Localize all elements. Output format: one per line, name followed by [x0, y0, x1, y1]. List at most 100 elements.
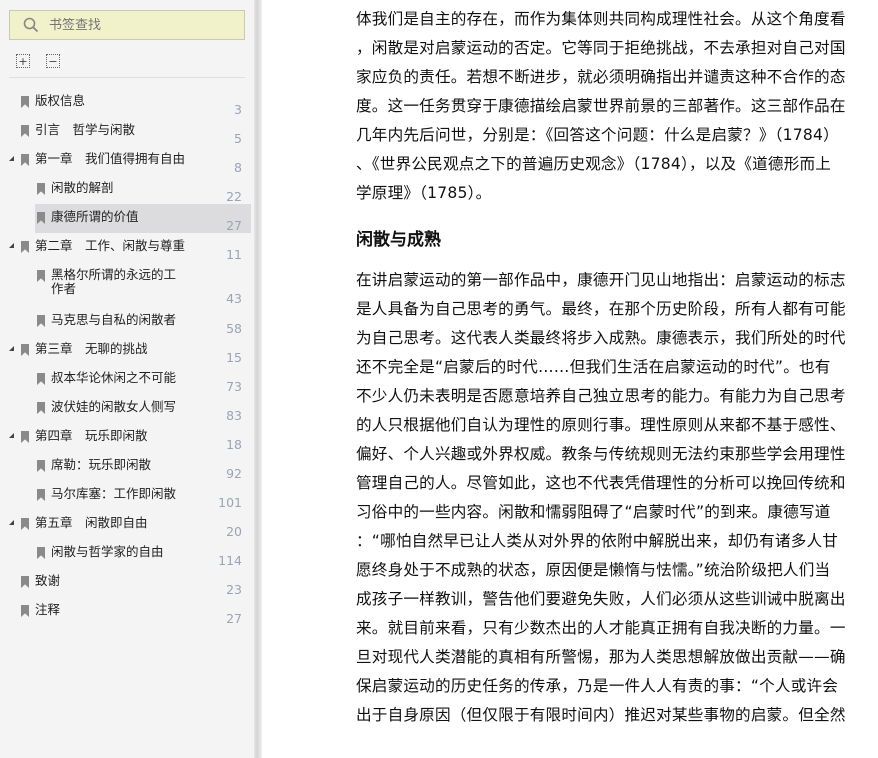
expand-toggle-icon[interactable]	[9, 433, 14, 438]
bookmark-page-number: 92	[226, 466, 242, 481]
bookmark-page-number: 22	[226, 189, 242, 204]
search-icon	[23, 17, 39, 33]
bookmark-label: 第三章 无聊的挑战	[35, 341, 148, 356]
bookmark-item[interactable]: 致谢 23	[0, 568, 252, 597]
text-line: ：“哪怕自然早已让人类从对外界的依附中解脱出来，却仍有诸多人甘	[356, 532, 839, 550]
bookmark-item[interactable]: 引言 哲学与闲散 5	[0, 117, 252, 146]
bookmark-icon	[37, 460, 45, 472]
bookmark-label: 波伏娃的闲散女人侧写	[51, 399, 177, 414]
bookmark-item[interactable]: 第三章 无聊的挑战 15	[0, 336, 252, 365]
bookmark-page-number: 58	[226, 321, 242, 336]
text-line: 管理自己的人。尽管如此，这也不代表凭借理性的分析可以挽回传统和	[356, 474, 846, 492]
text-line: 在讲启蒙运动的第一部作品中，康德开门见山地指出：启蒙运动的标志	[356, 271, 846, 289]
bookmark-item[interactable]: 黑格尔所谓的永远的工 作者 43	[0, 262, 252, 306]
bookmark-sidebar: + − 版权信息3引言 哲学与闲散5第一章 我们值得拥有自由8闲散的解剖22康德…	[0, 0, 254, 758]
bookmark-label: 黑格尔所谓的永远的工 作者	[51, 267, 177, 296]
bookmark-page-number: 8	[234, 160, 242, 175]
bookmark-item[interactable]: 闲散的解剖 22	[0, 175, 252, 204]
bookmark-label: 版权信息	[35, 93, 86, 108]
bookmark-label: 叔本华论休闲之不可能	[51, 370, 177, 385]
text-line: 学原理》（1785）。	[356, 184, 492, 202]
text-line: 成孩子一样教训，警告他们要避免失败，人们必须从这些训诫中脱离出	[356, 590, 846, 608]
expand-all-icon[interactable]: +	[16, 54, 30, 68]
bookmark-icon	[37, 270, 45, 282]
bookmark-item[interactable]: 第二章 工作、闲散与尊重 11	[0, 233, 252, 262]
bookmark-page-number: 27	[226, 611, 242, 626]
text-line: 是人具备为自己思考的勇气。最终，在那个历史阶段，所有人都有可能	[356, 300, 846, 318]
collapse-all-icon[interactable]: −	[46, 54, 60, 68]
bookmark-page-number: 73	[226, 379, 242, 394]
bookmark-icon	[21, 241, 29, 253]
bookmark-page-number: 15	[226, 350, 242, 365]
text-line: 体我们是自主的存在，而作为集体则共同构成理性社会。从这个角度看	[356, 10, 846, 28]
bookmark-icon	[37, 547, 45, 559]
bookmark-label: 康德所谓的价值	[51, 209, 139, 224]
bookmark-icon	[37, 489, 45, 501]
bookmark-icon	[21, 125, 29, 137]
text-line: 家应负的责任。若想不断进步，就必须明确指出并谴责这种不合作的态	[356, 68, 846, 86]
text-line: 、《世界公民观点之下的普遍历史观念》（1784），以及《道德形而上	[356, 155, 832, 173]
bookmark-page-number: 83	[226, 408, 242, 423]
sidebar-splitter[interactable]	[254, 0, 262, 758]
bookmark-page-number: 18	[226, 437, 242, 452]
expand-toggle-icon[interactable]	[9, 243, 14, 248]
bookmark-icon	[21, 605, 29, 617]
bookmark-page-number: 114	[218, 553, 242, 568]
bookmark-item[interactable]: 马尔库塞：工作即闲散 101	[0, 481, 252, 510]
bookmark-item[interactable]: 版权信息 3	[0, 88, 252, 117]
bookmark-item[interactable]: 波伏娃的闲散女人侧写 83	[0, 394, 252, 423]
bookmark-search-box[interactable]	[9, 10, 245, 40]
bookmark-label: 闲散的解剖	[51, 180, 114, 195]
text-line: 保启蒙运动的历史任务的传承，乃是一件人人有责的事：“个人或许会	[356, 677, 839, 695]
text-line: 不少人仍未表明是否愿意培养自己独立思考的能力。有能力为自己思考	[356, 387, 846, 405]
text-line: 愿终身处于不成熟的状态，原因便是懒惰与怯懦。”统治阶级把人们当	[356, 561, 831, 579]
bookmark-icon	[21, 344, 29, 356]
bookmark-item[interactable]: 叔本华论休闲之不可能 73	[0, 365, 252, 394]
bookmark-label: 闲散与哲学家的自由	[51, 544, 164, 559]
bookmark-label: 注释	[35, 602, 61, 617]
bookmark-icon	[21, 431, 29, 443]
text-line: 习俗中的一些内容。闲散和懦弱阻碍了“启蒙时代”的到来。康德写道	[356, 503, 831, 521]
bookmark-item[interactable]: 席勒：玩乐即闲散 92	[0, 452, 252, 481]
bookmark-label: 马克思与自私的闲散者	[51, 312, 177, 327]
bookmark-label: 席勒：玩乐即闲散	[51, 457, 152, 472]
bookmark-item[interactable]: 第一章 我们值得拥有自由 8	[0, 146, 252, 175]
bookmark-page-number: 101	[218, 495, 242, 510]
bookmark-icon	[21, 154, 29, 166]
bookmark-item[interactable]: 闲散与哲学家的自由 114	[0, 539, 252, 568]
bookmark-page-number: 27	[226, 218, 242, 233]
bookmark-label: 引言 哲学与闲散	[35, 122, 136, 137]
expand-toggle-icon[interactable]	[9, 346, 14, 351]
bookmark-icon	[37, 315, 45, 327]
text-line: 出于自身原因（但仅限于有限时间内）推迟对某些事物的启蒙。但全然	[356, 706, 846, 724]
bookmark-search-input[interactable]	[49, 17, 229, 33]
text-line: ，闲散是对启蒙运动的否定。它等同于拒绝挑战，不去承担对自己对国	[356, 39, 846, 57]
bookmark-page-number: 20	[226, 524, 242, 539]
text-line: 度。这一任务贯穿于康德描绘启蒙世界前景的三部著作。这三部作品在	[356, 97, 846, 115]
bookmark-label: 第二章 工作、闲散与尊重	[35, 238, 186, 253]
divider	[9, 77, 245, 78]
bookmark-label: 马尔库塞：工作即闲散	[51, 486, 177, 501]
bookmark-page-number: 43	[226, 291, 242, 306]
text-line: 偏好、个人兴趣或外界权威。教条与传统规则无法约束那些学会用理性	[356, 445, 846, 463]
bookmark-label: 第四章 玩乐即闲散	[35, 428, 148, 443]
bookmark-item[interactable]: 马克思与自私的闲散者 58	[0, 307, 252, 336]
bookmark-icon	[37, 373, 45, 385]
bookmark-item[interactable]: 注释 27	[0, 597, 252, 626]
expand-toggle-icon[interactable]	[9, 156, 14, 161]
bookmark-icon	[21, 518, 29, 530]
expand-toggle-icon[interactable]	[9, 520, 14, 525]
bookmark-label: 致谢	[35, 573, 61, 588]
bookmark-page-number: 11	[226, 247, 242, 262]
bookmark-icon	[37, 402, 45, 414]
section-heading: 闲散与成熟	[356, 230, 441, 250]
text-line: 为自己思考。这代表人类最终将步入成熟。康德表示，我们所处的时代	[356, 329, 846, 347]
bookmark-item[interactable]: 康德所谓的价值 27	[0, 204, 252, 233]
text-line: 来。就目前来看，只有少数杰出的人才能真正拥有自我决断的力量。一	[356, 619, 846, 637]
bookmark-item[interactable]: 第五章 闲散即自由 20	[0, 510, 252, 539]
bookmark-label: 第五章 闲散即自由	[35, 515, 148, 530]
bookmark-icon	[21, 576, 29, 588]
bookmark-page-number: 3	[234, 102, 242, 117]
bookmark-item[interactable]: 第四章 玩乐即闲散 18	[0, 423, 252, 452]
bookmark-label: 第一章 我们值得拥有自由	[35, 151, 186, 166]
